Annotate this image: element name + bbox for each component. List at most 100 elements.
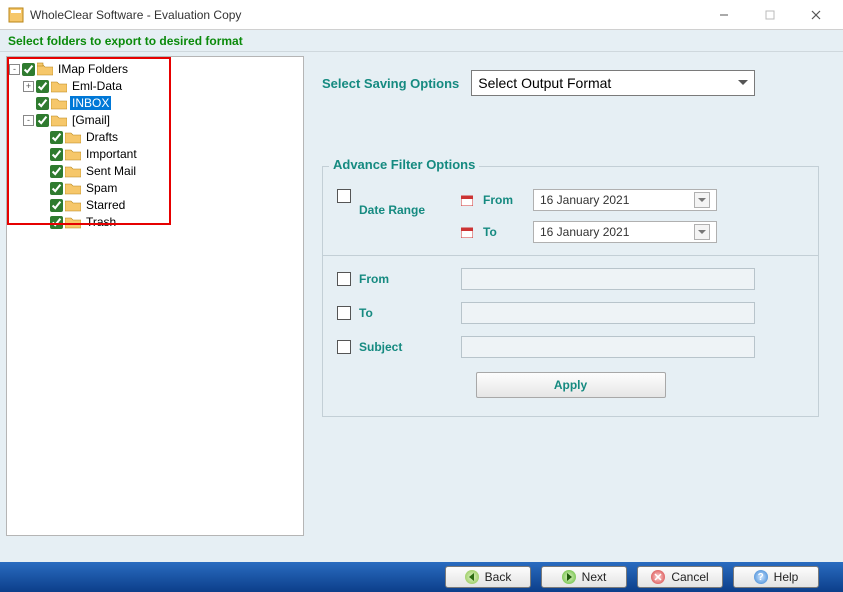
minimize-button[interactable] [701, 0, 747, 30]
tree-node[interactable]: Spam [9, 180, 301, 196]
to-checkbox[interactable] [337, 306, 351, 320]
calendar-icon [461, 194, 473, 206]
folder-icon [37, 62, 53, 76]
tree-node[interactable]: Starred [9, 197, 301, 213]
cancel-icon [651, 570, 665, 584]
node-checkbox[interactable] [50, 148, 63, 161]
advance-filter-group: Advance Filter Options Date Range From 1… [322, 166, 819, 417]
next-icon [562, 570, 576, 584]
from-date-label: From [483, 193, 523, 207]
collapse-icon[interactable]: - [9, 64, 20, 75]
options-panel: Select Saving Options Select Output Form… [304, 52, 843, 562]
to-date-label: To [483, 225, 523, 239]
node-checkbox[interactable] [50, 216, 63, 229]
folder-icon [51, 96, 67, 110]
date-range-label: Date Range [359, 189, 451, 217]
cancel-button[interactable]: Cancel [637, 566, 723, 588]
tree-spacer [37, 183, 48, 194]
maximize-button[interactable] [747, 0, 793, 30]
tree-label: Spam [84, 181, 119, 195]
next-button[interactable]: Next [541, 566, 627, 588]
folder-tree[interactable]: - IMap Folders + Eml-Data INBOX - [7, 57, 303, 235]
folder-icon [65, 130, 81, 144]
tree-label: Starred [84, 198, 127, 212]
help-label: Help [774, 570, 799, 584]
folder-icon [65, 198, 81, 212]
tree-spacer [37, 217, 48, 228]
from-checkbox[interactable] [337, 272, 351, 286]
tree-node[interactable]: Trash [9, 214, 301, 230]
divider [323, 255, 818, 256]
tree-node[interactable]: Drafts [9, 129, 301, 145]
saving-options-label: Select Saving Options [322, 76, 459, 91]
tree-spacer [37, 132, 48, 143]
node-checkbox[interactable] [50, 165, 63, 178]
tree-spacer [23, 98, 34, 109]
folder-icon [65, 147, 81, 161]
node-checkbox[interactable] [50, 199, 63, 212]
tree-label: Sent Mail [84, 164, 138, 178]
node-checkbox[interactable] [36, 114, 49, 127]
node-checkbox[interactable] [50, 131, 63, 144]
from-input[interactable] [461, 268, 755, 290]
root-checkbox[interactable] [22, 63, 35, 76]
close-button[interactable] [793, 0, 839, 30]
calendar-icon [461, 226, 473, 238]
collapse-icon[interactable]: - [23, 115, 34, 126]
to-label: To [359, 306, 451, 320]
from-label: From [359, 272, 451, 286]
cancel-label: Cancel [671, 570, 708, 584]
tree-spacer [37, 200, 48, 211]
tree-label: IMap Folders [56, 62, 130, 76]
tree-node[interactable]: Sent Mail [9, 163, 301, 179]
tree-node[interactable]: INBOX [9, 95, 301, 111]
subject-checkbox[interactable] [337, 340, 351, 354]
help-button[interactable]: ? Help [733, 566, 819, 588]
to-date-value: 16 January 2021 [540, 225, 629, 239]
node-checkbox[interactable] [50, 182, 63, 195]
date-range-row: Date Range From 16 January 2021 To [337, 181, 804, 243]
output-format-combo[interactable]: Select Output Format [471, 70, 755, 96]
saving-row: Select Saving Options Select Output Form… [322, 70, 819, 96]
node-checkbox[interactable] [36, 97, 49, 110]
tree-label-selected: INBOX [70, 96, 111, 110]
titlebar: WholeClear Software - Evaluation Copy [0, 0, 843, 30]
folder-icon [51, 79, 67, 93]
to-filter-row: To [337, 302, 804, 324]
from-date-value: 16 January 2021 [540, 193, 629, 207]
apply-button[interactable]: Apply [476, 372, 666, 398]
wizard-bottom-bar: Back Next Cancel ? Help [0, 562, 843, 592]
subheader: Select folders to export to desired form… [0, 30, 843, 52]
folder-icon [65, 181, 81, 195]
window-title: WholeClear Software - Evaluation Copy [30, 8, 701, 22]
dropdown-button-icon[interactable] [694, 224, 710, 240]
subject-label: Subject [359, 340, 451, 354]
tree-spacer [37, 149, 48, 160]
to-input[interactable] [461, 302, 755, 324]
tree-spacer [37, 166, 48, 177]
back-button[interactable]: Back [445, 566, 531, 588]
date-range-column: From 16 January 2021 To 16 January 2021 [461, 189, 717, 243]
from-date-picker[interactable]: 16 January 2021 [533, 189, 717, 211]
next-label: Next [582, 570, 607, 584]
tree-label: Important [84, 147, 139, 161]
expand-icon[interactable]: + [23, 81, 34, 92]
tree-node[interactable]: + Eml-Data [9, 78, 301, 94]
node-checkbox[interactable] [36, 80, 49, 93]
to-date-picker[interactable]: 16 January 2021 [533, 221, 717, 243]
back-label: Back [485, 570, 512, 584]
tree-node[interactable]: Important [9, 146, 301, 162]
from-filter-row: From [337, 268, 804, 290]
folder-tree-panel: - IMap Folders + Eml-Data INBOX - [6, 56, 304, 536]
back-icon [465, 570, 479, 584]
to-date-row: To 16 January 2021 [461, 221, 717, 243]
help-icon: ? [754, 570, 768, 584]
subject-input[interactable] [461, 336, 755, 358]
tree-node-root[interactable]: - IMap Folders [9, 61, 301, 77]
date-range-checkbox[interactable] [337, 189, 351, 203]
tree-label: Trash [84, 215, 118, 229]
app-icon [8, 7, 24, 23]
chevron-down-icon [738, 80, 748, 86]
tree-node[interactable]: - [Gmail] [9, 112, 301, 128]
dropdown-button-icon[interactable] [694, 192, 710, 208]
